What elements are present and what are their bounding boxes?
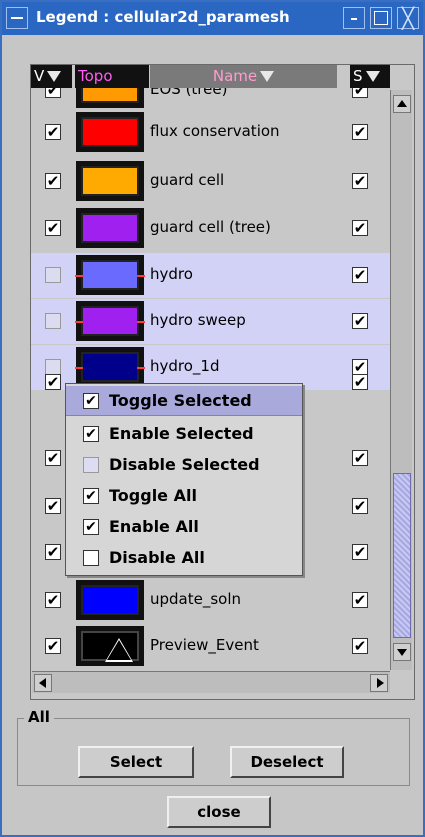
search-checkbox[interactable]: ✔ <box>352 450 368 466</box>
search-checkbox[interactable]: ✔ <box>352 313 368 329</box>
search-checkbox[interactable]: ✔ <box>352 173 368 189</box>
visible-checkbox[interactable]: ✔ <box>45 592 61 608</box>
triangle-icon <box>105 638 133 662</box>
search-checkbox[interactable]: ✔ <box>352 374 368 390</box>
scroll-left-icon[interactable] <box>34 674 52 692</box>
visible-checkbox[interactable]: ✔ <box>45 498 61 514</box>
color-swatch <box>75 260 145 290</box>
search-checkbox[interactable]: ✔ <box>352 124 368 140</box>
color-swatch <box>81 88 139 103</box>
horizontal-scrollbar[interactable] <box>32 671 390 693</box>
visible-checkbox[interactable]: ✔ <box>45 173 61 189</box>
topo-swatch <box>76 112 144 152</box>
table-row[interactable]: ✔ guard cell ✔ <box>31 159 390 204</box>
visible-checkbox[interactable]: ✔ <box>45 450 61 466</box>
search-checkbox[interactable]: ✔ <box>352 498 368 514</box>
search-checkbox[interactable]: ✔ <box>352 267 368 283</box>
scroll-down-icon[interactable] <box>393 643 411 661</box>
column-header-name[interactable]: Name <box>150 65 337 88</box>
all-group <box>17 718 410 786</box>
row-name: hydro sweep <box>150 311 246 329</box>
row-name: Preview_Event <box>150 636 259 654</box>
context-menu: ✔ Toggle Selected ✔ Enable Selected Disa… <box>65 383 303 576</box>
select-button[interactable]: Select <box>78 746 194 778</box>
menu-item-enable-all[interactable]: ✔ Enable All <box>66 512 302 542</box>
search-checkbox[interactable]: ✔ <box>352 544 368 560</box>
sort-down-icon <box>365 71 380 82</box>
search-checkbox[interactable]: ✔ <box>352 88 368 98</box>
toggle-checkbox-icon: ✔ <box>83 393 99 409</box>
checked-checkbox-icon: ✔ <box>83 519 99 535</box>
visible-checkbox[interactable] <box>45 267 61 283</box>
search-checkbox[interactable]: ✔ <box>352 638 368 654</box>
unchecked-checkbox-icon <box>83 457 99 473</box>
toggle-checkbox-icon: ✔ <box>83 488 99 504</box>
menu-item-toggle-all[interactable]: ✔ Toggle All <box>66 481 302 511</box>
visible-checkbox[interactable]: ✔ <box>45 124 61 140</box>
table-row[interactable]: hydro ✔ <box>31 253 390 298</box>
scroll-up-icon[interactable] <box>393 95 411 113</box>
row-name: hydro <box>150 265 193 283</box>
table-row[interactable]: ✔ update_soln ✔ <box>31 578 390 623</box>
color-swatch <box>81 631 139 662</box>
color-swatch <box>81 166 139 196</box>
visible-checkbox[interactable]: ✔ <box>45 220 61 236</box>
window-menu-icon[interactable] <box>6 7 28 29</box>
color-swatch <box>81 117 139 147</box>
column-header-v[interactable]: V <box>31 65 72 88</box>
table-row[interactable]: ✔ Preview_Event ✔ <box>31 624 390 669</box>
column-header-s[interactable]: S <box>350 65 390 88</box>
table-row[interactable]: ✔ guard cell (tree) ✔ <box>31 206 390 251</box>
visible-checkbox[interactable]: ✔ <box>45 544 61 560</box>
row-name: guard cell (tree) <box>150 218 271 236</box>
row-name: guard cell <box>150 171 225 189</box>
topo-swatch <box>75 255 145 295</box>
sort-down-icon <box>47 71 62 82</box>
vertical-scrollbar[interactable] <box>390 90 412 670</box>
menu-item-disable-all[interactable]: Disable All <box>66 543 302 573</box>
topo-swatch <box>76 580 144 620</box>
menu-separator <box>66 415 302 416</box>
sort-down-icon <box>260 71 275 82</box>
checked-checkbox-icon: ✔ <box>83 426 99 442</box>
row-name: update_soln <box>150 590 242 608</box>
color-swatch <box>81 213 139 243</box>
table-row[interactable]: ✔ EOS (tree) ✔ <box>31 88 390 110</box>
deselect-button[interactable]: Deselect <box>230 746 344 778</box>
topo-swatch <box>76 626 144 666</box>
column-header-topo[interactable]: Topo <box>75 65 149 88</box>
visible-checkbox[interactable]: ✔ <box>45 374 61 390</box>
topo-swatch <box>76 208 144 248</box>
topo-swatch <box>76 88 144 108</box>
close-button[interactable]: close <box>167 796 271 828</box>
unchecked-checkbox-icon <box>83 550 99 566</box>
search-checkbox[interactable]: ✔ <box>352 592 368 608</box>
scroll-thumb[interactable] <box>393 473 411 638</box>
maximize-icon[interactable] <box>370 7 392 29</box>
scroll-right-icon[interactable] <box>370 674 388 692</box>
menu-item-toggle-selected[interactable]: ✔ Toggle Selected <box>66 386 302 416</box>
minimize-icon[interactable] <box>343 7 365 29</box>
menu-item-disable-selected[interactable]: Disable Selected <box>66 450 302 480</box>
table-row[interactable]: ✔ flux conservation ✔ <box>31 110 390 155</box>
group-label: All <box>24 708 54 726</box>
close-window-icon[interactable]: ╳ <box>397 7 419 29</box>
menu-item-enable-selected[interactable]: ✔ Enable Selected <box>66 419 302 449</box>
topo-swatch <box>75 301 145 341</box>
row-name: EOS (tree) <box>150 88 228 98</box>
color-swatch <box>81 585 139 615</box>
search-checkbox[interactable]: ✔ <box>352 220 368 236</box>
window-title: Legend : cellular2d_paramesh <box>36 8 290 26</box>
visible-checkbox[interactable]: ✔ <box>45 638 61 654</box>
row-name: flux conservation <box>150 122 280 140</box>
table-row[interactable]: hydro sweep ✔ <box>31 299 390 344</box>
title-bar[interactable]: Legend : cellular2d_paramesh ╳ <box>2 2 423 35</box>
color-swatch <box>75 306 145 336</box>
visible-checkbox[interactable] <box>45 313 61 329</box>
visible-checkbox[interactable]: ✔ <box>45 88 61 98</box>
topo-swatch <box>76 161 144 201</box>
